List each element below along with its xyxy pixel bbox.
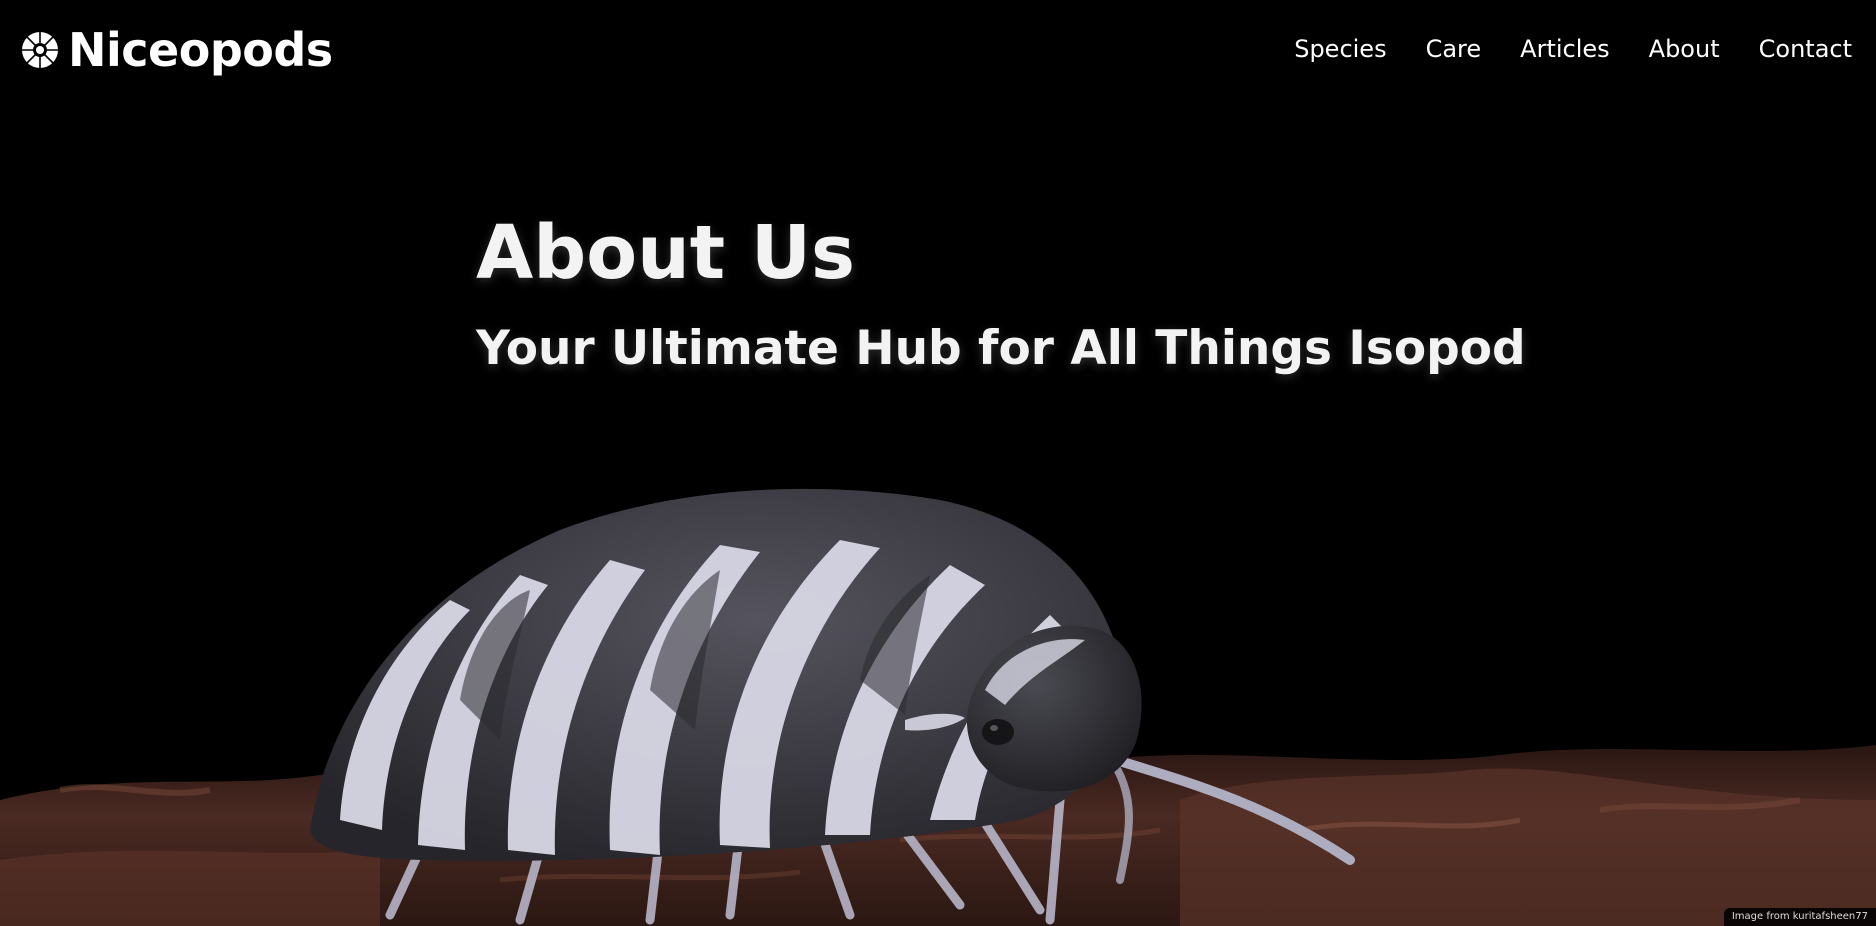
- hero-image: [0, 488, 1876, 926]
- nav-about[interactable]: About: [1649, 32, 1720, 66]
- brand-logo-link[interactable]: Niceopods: [20, 24, 333, 76]
- nav-contact[interactable]: Contact: [1759, 32, 1852, 66]
- brand-name: Niceopods: [68, 23, 333, 77]
- site-header: Niceopods Species Care Articles About Co…: [0, 0, 1876, 100]
- page-title: About Us: [476, 210, 856, 296]
- page-subtitle: Your Ultimate Hub for All Things Isopod: [476, 321, 1526, 376]
- image-credit: Image from kuritafsheen77: [1723, 908, 1876, 926]
- isopod-spiral-icon: [22, 32, 58, 68]
- about-page: Niceopods Species Care Articles About Co…: [0, 0, 1876, 926]
- nav-species[interactable]: Species: [1294, 32, 1386, 66]
- nav-articles[interactable]: Articles: [1520, 32, 1610, 66]
- nav-care[interactable]: Care: [1426, 32, 1482, 66]
- main-nav: Species Care Articles About Contact: [1294, 32, 1852, 66]
